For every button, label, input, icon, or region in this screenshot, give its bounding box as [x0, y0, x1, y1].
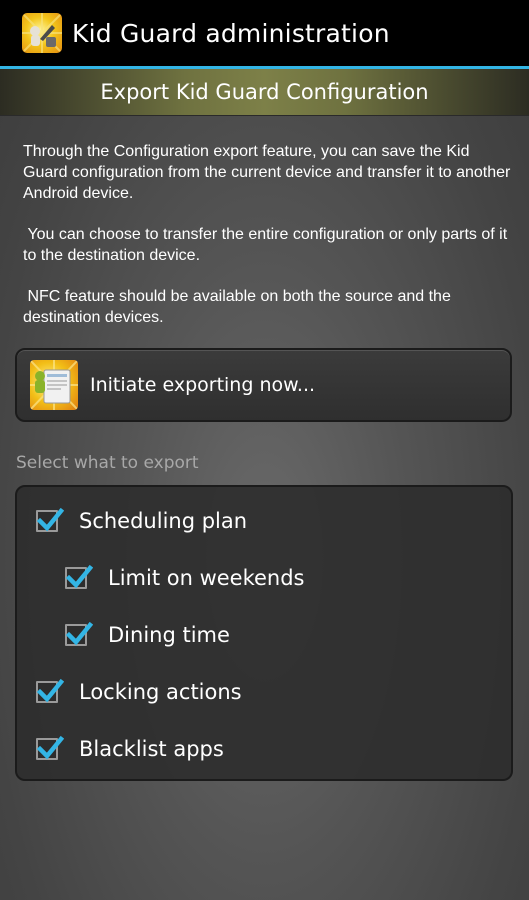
action-bar: Kid Guard administration	[0, 0, 529, 66]
option-label: Scheduling plan	[79, 509, 248, 533]
option-locking-actions[interactable]: Locking actions	[36, 678, 242, 704]
option-label: Locking actions	[79, 680, 242, 704]
page-title-banner: Export Kid Guard Configuration	[0, 69, 529, 116]
description-paragraph: Through the Configuration export feature…	[23, 143, 514, 202]
page-title: Export Kid Guard Configuration	[100, 80, 429, 104]
option-scheduling-plan[interactable]: Scheduling plan	[36, 507, 248, 533]
checkbox-checked-icon[interactable]	[36, 735, 64, 760]
export-options-panel: Scheduling plan Limit on weekends Dining…	[15, 485, 513, 781]
option-blacklist-apps[interactable]: Blacklist apps	[36, 735, 224, 761]
description-paragraph: You can choose to transfer the entire co…	[23, 226, 512, 264]
option-label: Dining time	[108, 623, 230, 647]
option-dining-time[interactable]: Dining time	[65, 621, 230, 647]
description-paragraph: NFC feature should be available on both …	[23, 288, 456, 326]
initiate-export-label: Initiate exporting now...	[90, 374, 316, 396]
option-label: Limit on weekends	[108, 566, 305, 590]
export-section-label: Select what to export	[16, 453, 199, 473]
checkbox-checked-icon[interactable]	[65, 564, 93, 589]
description: Through the Configuration export feature…	[23, 141, 513, 348]
checkbox-checked-icon[interactable]	[36, 507, 64, 532]
checkbox-checked-icon[interactable]	[65, 621, 93, 646]
option-label: Blacklist apps	[79, 737, 224, 761]
initiate-export-button[interactable]: Initiate exporting now...	[15, 348, 512, 422]
checkbox-checked-icon[interactable]	[36, 678, 64, 703]
kid-guard-app-icon[interactable]	[22, 13, 62, 53]
option-limit-on-weekends[interactable]: Limit on weekends	[65, 564, 305, 590]
export-icon	[30, 360, 78, 410]
app-title: Kid Guard administration	[72, 18, 390, 48]
